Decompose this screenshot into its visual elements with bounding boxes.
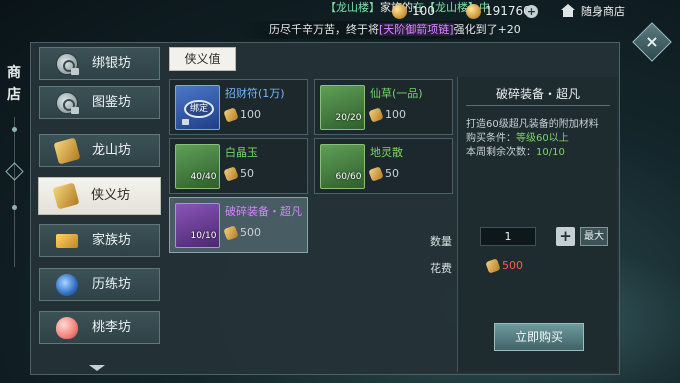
item-stock: 60/60 <box>335 172 362 182</box>
shop-house-icon <box>560 4 576 18</box>
quantity-increase-button[interactable]: + <box>556 227 575 246</box>
shop-vertical-title: 商店 <box>7 65 21 103</box>
item-price-value: 100 <box>385 108 406 121</box>
ingot-currency-icon <box>392 4 407 19</box>
item-price: 100 <box>368 106 406 123</box>
rail-dot-bottom <box>12 205 17 210</box>
ticker-prefix: 【龙山楼】 <box>325 1 380 14</box>
item-name: 招财符(1万) <box>225 87 285 100</box>
close-button[interactable]: × <box>632 22 672 62</box>
nav-item-peach[interactable]: 桃李坊 <box>39 311 160 344</box>
notice-text-post: 强化到了+20 <box>453 23 521 36</box>
add-currency-button[interactable]: + <box>525 5 538 18</box>
side-title-rail: 商店 <box>0 42 30 372</box>
item-stock: 20/20 <box>335 113 362 123</box>
shop-item-white-jade[interactable]: 40/40 白晶玉 50 <box>169 138 308 194</box>
currency-2-value: 191760 <box>485 4 531 18</box>
chivalry-coin-icon <box>223 224 239 241</box>
item-price: 50 <box>223 165 254 182</box>
peach-icon <box>56 317 78 339</box>
armor-item-icon: 10/10 <box>175 203 220 248</box>
nav-label: 桃李坊 <box>92 320 132 335</box>
portable-shop-button[interactable]: 随身商店 <box>560 0 640 22</box>
detail-weekly-remaining: 本周剩余次数：10/10 <box>466 143 565 158</box>
broadcast-notice: 历尽千辛万苦，终于将[天阶御箭项链]强化到了+20 <box>237 21 521 39</box>
charm-item-icon: 绑定 <box>175 85 220 130</box>
nav-label: 绑银坊 <box>92 56 132 71</box>
buy-now-button[interactable]: 立即购买 <box>494 323 584 351</box>
nav-item-bound-silver[interactable]: 绑银坊 <box>39 47 160 80</box>
gold-bar-icon <box>56 234 78 248</box>
potion-item-icon: 60/60 <box>320 144 365 189</box>
shop-item-immortal-herb[interactable]: 20/20 仙草(一品) 100 <box>314 79 453 135</box>
nav-item-codex[interactable]: 图鉴坊 <box>39 86 160 119</box>
item-price: 100 <box>223 106 261 123</box>
portable-shop-label: 随身商店 <box>581 5 625 18</box>
shop-item-broken-gear[interactable]: 10/10 破碎装备・超凡 500 <box>169 197 308 253</box>
chivalry-coin-icon <box>485 257 501 274</box>
detail-description: 打造60级超凡装备的附加材料 <box>466 119 599 130</box>
nav-label: 侠义坊 <box>91 188 131 203</box>
cost-value: 500 <box>502 259 523 272</box>
nav-label: 龙山坊 <box>92 143 132 158</box>
rail-line <box>14 117 15 267</box>
scroll-down-arrow-icon[interactable] <box>89 365 105 373</box>
detail-title: 破碎装备・超凡 <box>495 87 580 101</box>
close-icon: × <box>645 32 659 51</box>
cost-label: 花费 <box>430 262 452 275</box>
cost-amount: 500 <box>485 257 523 274</box>
nav-item-dragon-mountain[interactable]: 龙山坊 <box>39 134 160 167</box>
rail-dot-top <box>12 127 17 132</box>
silver-coin-icon <box>56 53 79 75</box>
item-price-value: 500 <box>240 226 261 239</box>
gold-coin-icon <box>466 4 481 19</box>
dragon-ingot-icon <box>53 137 81 165</box>
currency-1-value: 100 <box>412 4 435 18</box>
max-quantity-button[interactable]: 最大 <box>580 227 608 246</box>
jade-item-icon: 40/40 <box>175 144 220 189</box>
shop-item-fortune-charm[interactable]: 绑定 招财符(1万) 100 <box>169 79 308 135</box>
nav-label: 历练坊 <box>92 277 132 292</box>
item-price-value: 50 <box>240 167 254 180</box>
quantity-input[interactable]: 1 <box>480 227 536 246</box>
rail-diamond-icon <box>5 162 24 181</box>
item-price: 50 <box>368 165 399 182</box>
item-name: 仙草(一品) <box>370 87 423 100</box>
item-name: 地灵散 <box>370 146 403 159</box>
nav-item-chivalry[interactable]: 侠义坊 <box>38 177 161 215</box>
chivalry-coin-icon <box>368 106 384 123</box>
chivalry-coin-icon <box>223 165 239 182</box>
bound-badge: 绑定 <box>184 100 214 118</box>
nav-label: 家族坊 <box>92 233 132 248</box>
blue-orb-icon <box>56 274 78 296</box>
nav-label: 图鉴坊 <box>92 95 132 110</box>
herb-item-icon: 20/20 <box>320 85 365 130</box>
nav-item-family[interactable]: 家族坊 <box>39 224 160 257</box>
lock-icon <box>182 119 189 125</box>
shop-item-earth-powder[interactable]: 60/60 地灵散 50 <box>314 138 453 194</box>
remaining-value: 10/10 <box>536 147 565 158</box>
notice-item-link[interactable]: [天阶御箭项链] <box>379 23 454 36</box>
chivalry-ingot-icon <box>52 182 80 210</box>
detail-condition: 购买条件：等级60以上 <box>466 129 569 144</box>
nav-item-training[interactable]: 历练坊 <box>39 268 160 301</box>
item-price-value: 100 <box>240 108 261 121</box>
detail-divider <box>466 105 610 106</box>
item-name: 破碎装备・超凡 <box>225 205 302 218</box>
item-stock: 40/40 <box>190 172 217 182</box>
chivalry-coin-icon <box>223 106 239 123</box>
remaining-label: 本周剩余次数： <box>466 147 536 158</box>
chivalry-coin-icon <box>368 165 384 182</box>
item-name: 白晶玉 <box>225 146 258 159</box>
item-price: 500 <box>223 224 261 241</box>
quantity-label: 数量 <box>430 235 452 248</box>
item-stock: 10/10 <box>190 231 217 241</box>
codex-coin-icon <box>56 92 79 114</box>
notice-text-pre: 历尽千辛万苦，终于将 <box>269 23 379 36</box>
item-price-value: 50 <box>385 167 399 180</box>
tab-chivalry-value[interactable]: 侠义值 <box>169 47 236 71</box>
